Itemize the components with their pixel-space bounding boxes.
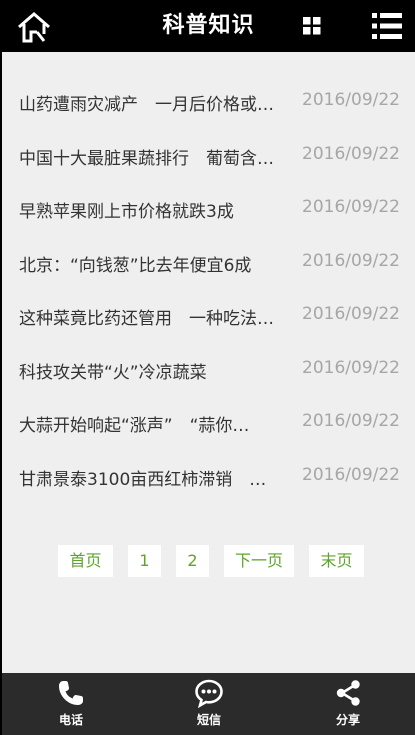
grid-icon [303,17,321,35]
article-date: 2016/09/22 [302,250,400,271]
article-item[interactable]: 北京：“向钱葱”比去年便宜6成 2016/09/22 [2,237,415,291]
article-title: 大蒜开始响起“涨声” “蒜你… [19,416,250,436]
top-header: 科普知识 [2,0,415,52]
share-icon [336,680,360,706]
article-date: 2016/09/22 [302,304,400,324]
page-title: 科普知识 [162,13,255,38]
phone-icon [59,681,83,705]
list-menu-button[interactable] [372,12,402,40]
article-date: 2016/09/22 [302,143,400,164]
home-icon [18,12,50,43]
chat-bubble-icon [195,679,223,708]
home-button[interactable] [16,10,52,44]
article-title: 甘肃景泰3100亩西红柿滞销 … [19,469,267,490]
article-title: 山药遭雨灾减产 一月后价格或… [19,95,274,115]
article-date: 2016/09/22 [302,90,400,110]
pagination: 首页 1 2 下一页 末页 [2,545,415,577]
article-item[interactable]: 早熟苹果刚上市价格就跌3成 2016/09/22 [2,183,415,237]
bottom-toolbar: 电话 短信 分享 [2,673,415,735]
phone-label: 电话 [58,713,83,727]
article-item[interactable]: 大蒜开始响起“涨声” “蒜你… 2016/09/22 [2,397,415,451]
share-label: 分享 [335,713,360,727]
article-title: 北京：“向钱葱”比去年便宜6成 [19,255,252,276]
article-title: 这种菜竟比药还管用 一种吃法… [19,309,274,329]
page: 科普知识 山药遭雨灾减产 一月后价格或… 2016/09/22 中国十大最脏果蔬… [0,0,415,735]
article-title: 早熟苹果刚上市价格就跌3成 [19,202,234,222]
article-item[interactable]: 这种菜竟比药还管用 一种吃法… 2016/09/22 [2,290,415,344]
phone-button[interactable]: 电话 [31,673,111,735]
share-button[interactable]: 分享 [308,673,388,735]
sms-label: 短信 [196,713,221,727]
article-date: 2016/09/22 [302,411,400,431]
page-2-button[interactable]: 2 [176,545,209,577]
article-title: 科技攻关带“火”冷凉蔬菜 [19,362,207,383]
article-item[interactable]: 科技攻关带“火”冷凉蔬菜 2016/09/22 [2,344,415,398]
article-title: 中国十大最脏果蔬排行 葡萄含… [19,148,274,169]
article-item[interactable]: 中国十大最脏果蔬排行 葡萄含… 2016/09/22 [2,130,415,184]
last-page-button[interactable]: 末页 [309,545,364,577]
first-page-button[interactable]: 首页 [58,545,113,577]
article-item[interactable]: 甘肃景泰3100亩西红柿滞销 … 2016/09/22 [2,451,415,505]
next-page-button[interactable]: 下一页 [224,545,294,577]
article-item[interactable]: 山药遭雨灾减产 一月后价格或… 2016/09/22 [2,76,415,130]
article-date: 2016/09/22 [302,464,400,485]
grid-menu-button[interactable] [303,17,321,35]
list-menu-icon [372,13,402,39]
article-date: 2016/09/22 [302,197,400,217]
sms-button[interactable]: 短信 [169,673,249,735]
page-1-button[interactable]: 1 [128,545,161,577]
article-list: 山药遭雨灾减产 一月后价格或… 2016/09/22 中国十大最脏果蔬排行 葡萄… [2,76,415,504]
article-date: 2016/09/22 [302,357,400,378]
